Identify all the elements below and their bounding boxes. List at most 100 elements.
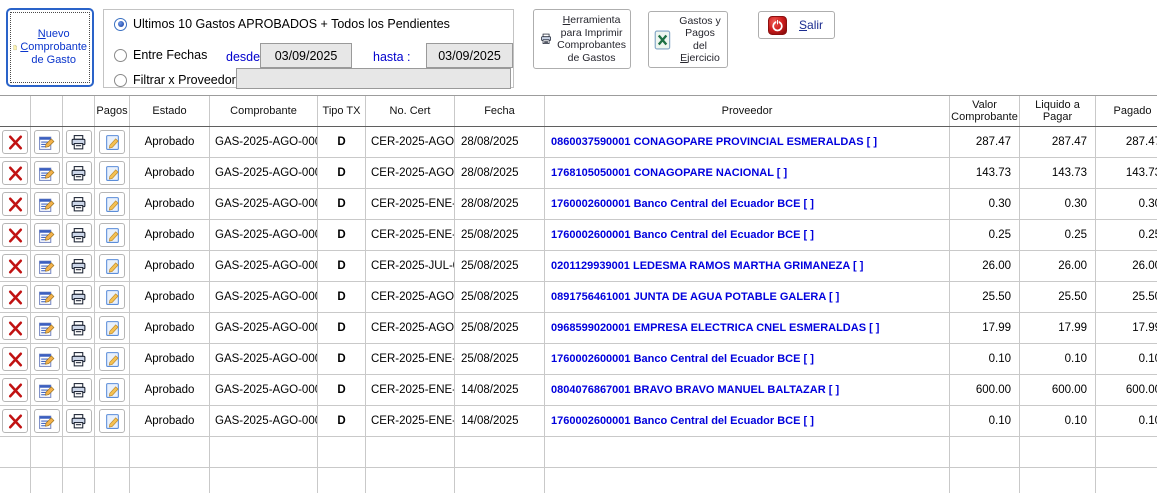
print-tool-button[interactable]: Herramienta para Imprimir Comprobantes d…	[533, 9, 631, 69]
row-properties-button[interactable]	[34, 285, 60, 309]
fecha-cell: 28/08/2025	[455, 158, 545, 188]
liquido-a-pagar-cell: 26.00	[1020, 251, 1096, 281]
proveedor-link[interactable]: 0201129939001 LEDESMA RAMOS MARTHA GRIMA…	[545, 251, 950, 281]
comprobante-cell: GAS-2025-AGO-00005	[210, 406, 318, 436]
app-window: { "toolbar": { "new_button": { "line1": …	[0, 0, 1157, 493]
valor-comprobante-cell: 25.50	[950, 282, 1020, 312]
proveedor-link[interactable]: 1760002600001 Banco Central del Ecuador …	[545, 189, 950, 219]
comprobante-cell: GAS-2025-AGO-00011	[210, 220, 318, 250]
delete-row-button[interactable]	[2, 223, 28, 247]
tipo-tx-cell: D	[318, 375, 366, 405]
edit-pagos-button[interactable]	[99, 285, 125, 309]
edit-pagos-button[interactable]	[99, 130, 125, 154]
delete-row-button[interactable]	[2, 347, 28, 371]
edit-pagos-button[interactable]	[99, 254, 125, 278]
print-row-button[interactable]	[66, 378, 92, 402]
comprobante-cell: GAS-2025-AGO-00008	[210, 313, 318, 343]
table-row: Aprobado GAS-2025-AGO-00011 D CER-2025-E…	[0, 220, 1157, 251]
radio-last10-circle[interactable]	[114, 18, 127, 31]
delete-x-icon	[7, 134, 24, 151]
excel-report-button[interactable]: Gastos y Pagos del Ejercicio	[648, 11, 728, 68]
radio-between-dates-label: Entre Fechas	[133, 48, 207, 62]
row-properties-button[interactable]	[34, 254, 60, 278]
edit-pagos-button[interactable]	[99, 316, 125, 340]
edit-pagos-button[interactable]	[99, 378, 125, 402]
radio-between-dates-circle[interactable]	[114, 49, 127, 62]
valor-comprobante-cell: 0.10	[950, 406, 1020, 436]
proveedor-link[interactable]: 1760002600001 Banco Central del Ecuador …	[545, 220, 950, 250]
valor-comprobante-cell: 600.00	[950, 375, 1020, 405]
proveedor-link[interactable]: 1760002600001 Banco Central del Ecuador …	[545, 406, 950, 436]
row-properties-button[interactable]	[34, 378, 60, 402]
print-row-button[interactable]	[66, 223, 92, 247]
header-fecha: Fecha	[455, 96, 545, 126]
printer-icon	[70, 134, 87, 151]
proveedor-link[interactable]: 0968599020001 EMPRESA ELECTRICA CNEL ESM…	[545, 313, 950, 343]
edit-pagos-button[interactable]	[99, 223, 125, 247]
row-properties-button[interactable]	[34, 130, 60, 154]
printer-icon	[70, 351, 87, 368]
edit-pagos-button[interactable]	[99, 192, 125, 216]
liquido-a-pagar-cell: 17.99	[1020, 313, 1096, 343]
print-row-button[interactable]	[66, 347, 92, 371]
delete-row-button[interactable]	[2, 285, 28, 309]
proveedor-link[interactable]: 0860037590001 CONAGOPARE PROVINCIAL ESME…	[545, 127, 950, 157]
edit-pagos-button[interactable]	[99, 409, 125, 433]
delete-x-icon	[7, 382, 24, 399]
edit-pagos-button[interactable]	[99, 161, 125, 185]
exit-button[interactable]: Salir	[758, 11, 835, 39]
print-row-button[interactable]	[66, 192, 92, 216]
proveedor-link[interactable]: 0891756461001 JUNTA DE AGUA POTABLE GALE…	[545, 282, 950, 312]
delete-row-button[interactable]	[2, 161, 28, 185]
estado-cell: Aprobado	[130, 313, 210, 343]
delete-row-button[interactable]	[2, 378, 28, 402]
proveedor-link[interactable]: 1768105050001 CONAGOPARE NACIONAL [ ]	[545, 158, 950, 188]
estado-cell: Aprobado	[130, 220, 210, 250]
hasta-date-input[interactable]	[426, 43, 513, 68]
delete-row-button[interactable]	[2, 254, 28, 278]
proveedor-link[interactable]: 1760002600001 Banco Central del Ecuador …	[545, 344, 950, 374]
delete-row-button[interactable]	[2, 316, 28, 340]
radio-filter-provider[interactable]: Filtrar x Proveedor	[114, 73, 236, 87]
header-props-col	[31, 96, 63, 126]
delete-row-button[interactable]	[2, 130, 28, 154]
tipo-tx-cell: D	[318, 189, 366, 219]
radio-last10[interactable]: Ultimos 10 Gastos APROBADOS + Todos los …	[114, 17, 450, 31]
row-properties-button[interactable]	[34, 409, 60, 433]
print-row-button[interactable]	[66, 316, 92, 340]
print-row-button[interactable]	[66, 409, 92, 433]
row-properties-button[interactable]	[34, 316, 60, 340]
power-icon	[768, 16, 787, 35]
row-properties-button[interactable]	[34, 192, 60, 216]
edit-pagos-button[interactable]	[99, 347, 125, 371]
header-liquido-a-pagar: Liquido a Pagar	[1020, 96, 1096, 126]
fecha-cell: 25/08/2025	[455, 251, 545, 281]
no-cert-cell: CER-2025-AGO-0007	[366, 127, 455, 157]
row-properties-button[interactable]	[34, 161, 60, 185]
print-row-button[interactable]	[66, 285, 92, 309]
properties-icon	[38, 320, 55, 337]
comprobante-cell: GAS-2025-AGO-00006	[210, 375, 318, 405]
table-row: Aprobado GAS-2025-AGO-00007 D CER-2025-E…	[0, 344, 1157, 375]
fecha-cell: 14/08/2025	[455, 375, 545, 405]
tipo-tx-cell: D	[318, 344, 366, 374]
row-properties-button[interactable]	[34, 223, 60, 247]
delete-x-icon	[7, 258, 24, 275]
print-row-button[interactable]	[66, 130, 92, 154]
print-row-button[interactable]	[66, 161, 92, 185]
proveedor-link[interactable]: 0804076867001 BRAVO BRAVO MANUEL BALTAZA…	[545, 375, 950, 405]
desde-date-input[interactable]	[260, 43, 352, 68]
row-properties-button[interactable]	[34, 347, 60, 371]
radio-between-dates[interactable]: Entre Fechas	[114, 48, 207, 62]
edit-pencil-icon	[104, 413, 121, 430]
radio-last10-label: Ultimos 10 Gastos APROBADOS + Todos los …	[133, 17, 450, 31]
new-comprobante-button[interactable]: Nuevo Comprobante de Gasto	[6, 8, 94, 87]
no-cert-cell: CER-2025-ENE-0001	[366, 406, 455, 436]
print-row-button[interactable]	[66, 254, 92, 278]
provider-filter-input[interactable]	[236, 68, 511, 89]
radio-filter-provider-circle[interactable]	[114, 74, 127, 87]
header-pagos: Pagos	[95, 96, 130, 126]
delete-row-button[interactable]	[2, 192, 28, 216]
liquido-a-pagar-cell: 25.50	[1020, 282, 1096, 312]
delete-row-button[interactable]	[2, 409, 28, 433]
